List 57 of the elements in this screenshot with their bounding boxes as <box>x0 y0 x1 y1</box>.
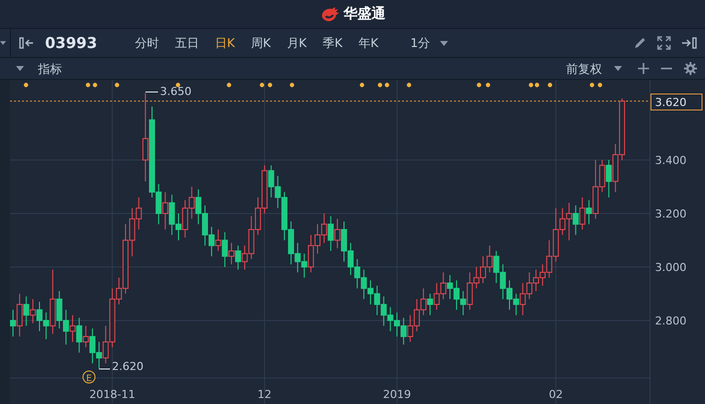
period-tab[interactable]: 五日 <box>175 34 199 52</box>
high-price-label: 3.650 <box>160 85 192 98</box>
period-tab[interactable]: 日K <box>215 34 235 52</box>
price-axis-label: 3.400 <box>655 154 686 167</box>
caret-icon[interactable] <box>0 41 6 45</box>
event-dot[interactable] <box>176 82 180 88</box>
date-axis-label: 2019 <box>382 388 411 401</box>
leader-line <box>98 368 110 370</box>
event-dot[interactable] <box>378 82 382 88</box>
caret-icon <box>16 66 24 71</box>
event-dot[interactable] <box>548 82 552 88</box>
pencil-icon[interactable] <box>633 36 647 50</box>
low-price-label: 2.620 <box>112 360 144 373</box>
period-tab[interactable]: 季K <box>322 34 342 52</box>
interval-dropdown[interactable]: 1分 <box>410 34 448 52</box>
event-dot[interactable] <box>590 82 594 88</box>
date-axis-label: 12 <box>258 388 272 401</box>
current-price-tag <box>650 94 702 110</box>
event-dot[interactable] <box>24 82 28 88</box>
price-axis-label: 2.800 <box>655 314 686 328</box>
date-axis-label: 02 <box>548 388 563 401</box>
event-dot[interactable] <box>86 82 90 88</box>
event-dot[interactable] <box>534 82 540 88</box>
caret-icon <box>614 66 622 71</box>
event-dot[interactable] <box>406 82 412 88</box>
event-dot[interactable] <box>598 82 602 88</box>
logo-icon <box>320 6 340 22</box>
caret-icon <box>440 40 448 46</box>
event-dot[interactable] <box>360 82 364 88</box>
period-tab[interactable]: 分时 <box>135 34 159 52</box>
exit-panel-icon[interactable] <box>681 37 697 49</box>
period-tab[interactable]: 年K <box>358 34 378 52</box>
price-axis-label: 3.200 <box>655 207 686 220</box>
event-dot[interactable] <box>384 82 390 88</box>
event-dot[interactable] <box>114 82 120 88</box>
event-dot[interactable] <box>226 82 232 88</box>
logo-text: 华盛通 <box>344 4 386 24</box>
collapse-panel-icon[interactable] <box>19 37 35 49</box>
plus-icon[interactable] <box>638 63 649 74</box>
period-tab[interactable]: 月K <box>286 34 307 52</box>
event-dot[interactable] <box>268 82 272 88</box>
event-dot[interactable] <box>528 82 534 88</box>
event-dot[interactable] <box>260 82 264 88</box>
fullscreen-icon[interactable] <box>657 36 671 50</box>
current-price-label: 3.620 <box>655 96 686 109</box>
adjustment-dropdown[interactable]: 前复权 <box>566 60 622 78</box>
event-dot[interactable] <box>486 82 490 88</box>
period-tab[interactable]: 周K <box>250 34 271 52</box>
settings-icon[interactable] <box>684 62 697 75</box>
event-dot[interactable] <box>290 82 294 88</box>
stock-symbol: 03993 <box>45 32 98 54</box>
indicator-toggle[interactable]: 指标 <box>16 60 62 78</box>
event-dot[interactable] <box>476 82 482 88</box>
price-axis-label: 3.000 <box>655 260 686 274</box>
event-marker[interactable]: E <box>82 370 96 384</box>
event-dot[interactable] <box>92 82 98 88</box>
date-axis-label: 2018-11 <box>89 388 136 401</box>
